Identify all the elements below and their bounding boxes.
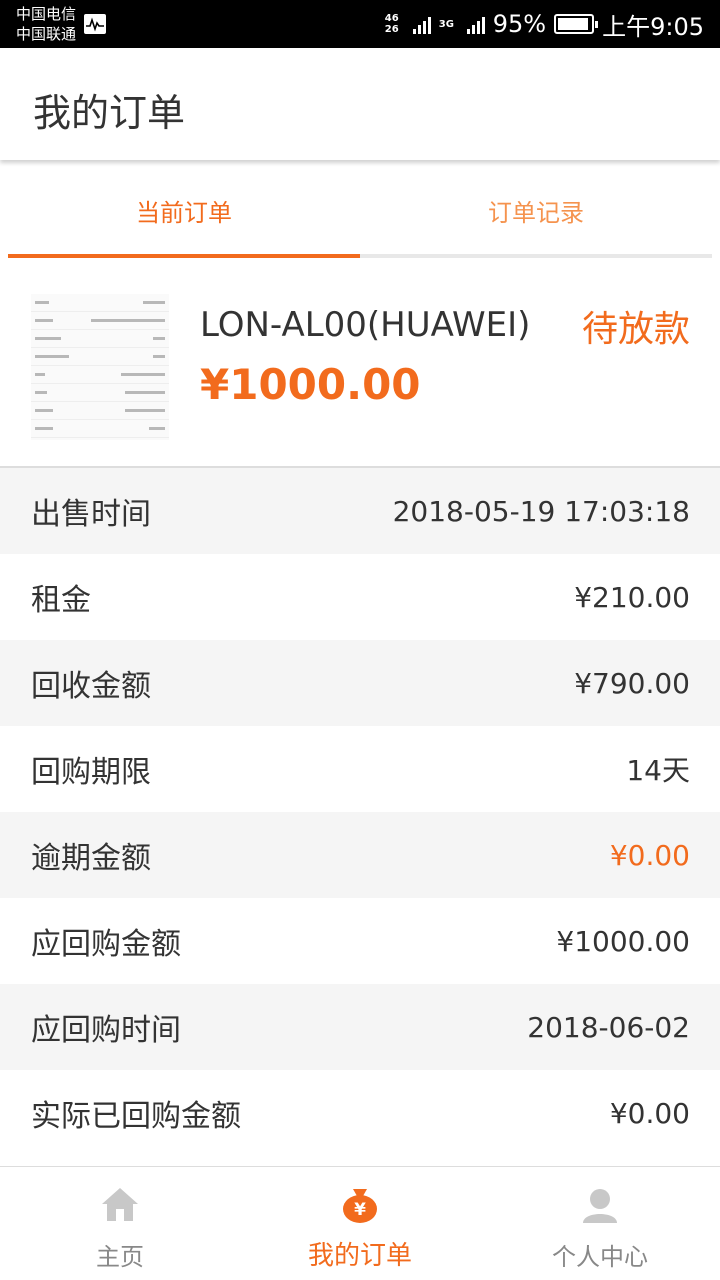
page-title: 我的订单 [33, 91, 186, 135]
user-icon [583, 1189, 617, 1223]
svg-text:¥: ¥ [354, 1200, 366, 1220]
carrier-2: 中国联通 [16, 25, 77, 43]
clock: 上午9:05 [602, 12, 704, 41]
detail-row-buyback-date-due: 应回购时间 2018-06-02 [0, 984, 720, 1070]
network-type-2: 3G [438, 18, 454, 30]
nav-label: 个人中心 [552, 1243, 648, 1271]
detail-row-actual-buyback-amount: 实际已回购金额 ¥0.00 [0, 1070, 720, 1156]
detail-row-buyback-amount-due: 应回购金额 ¥1000.00 [0, 898, 720, 984]
detail-label: 应回购金额 [31, 927, 181, 962]
nav-home[interactable]: 主页 [0, 1167, 240, 1280]
nav-profile[interactable]: 个人中心 [480, 1167, 720, 1280]
detail-label: 租金 [31, 583, 91, 618]
money-bag-icon: ¥ [343, 1189, 377, 1223]
nav-label: 我的订单 [307, 1241, 412, 1271]
detail-value: ¥0.00 [609, 838, 690, 872]
detail-value: 2018-05-19 17:03:18 [392, 494, 690, 528]
order-status: 待放款 [581, 309, 690, 350]
detail-value: ¥210.00 [574, 580, 690, 614]
detail-label: 回购期限 [31, 755, 151, 790]
signal-icon [412, 14, 431, 34]
nav-label: 主页 [96, 1243, 144, 1271]
detail-value: 2018-06-02 [527, 1010, 690, 1044]
bottom-nav: 主页 ¥ 我的订单 个人中心 [0, 1166, 720, 1280]
carrier-info: 中国电信 中国联通 [16, 4, 76, 44]
detail-label: 逾期金额 [31, 841, 151, 876]
product-thumbnail [31, 294, 169, 440]
tab-current-orders[interactable]: 当前订单 [8, 168, 360, 258]
detail-label: 回收金额 [31, 669, 151, 704]
activity-monitor-icon [84, 14, 106, 34]
battery-level [558, 18, 589, 30]
nav-my-orders[interactable]: ¥ 我的订单 [240, 1167, 480, 1280]
signal-icon [466, 14, 485, 34]
detail-label: 实际已回购金额 [31, 1099, 241, 1134]
detail-value: 14天 [626, 754, 690, 787]
product-price: ¥1000.00 [200, 360, 421, 409]
detail-value: ¥1000.00 [556, 924, 690, 958]
order-tabs: 当前订单 订单记录 [8, 168, 712, 258]
home-icon [102, 1188, 138, 1221]
detail-row-rent: 租金 ¥210.00 [0, 554, 720, 640]
tab-order-history[interactable]: 订单记录 [360, 168, 712, 258]
detail-label: 出售时间 [31, 497, 151, 532]
detail-label: 应回购时间 [31, 1013, 181, 1048]
carrier-1: 中国电信 [16, 5, 77, 23]
battery-percent: 95% [492, 10, 547, 38]
detail-row-sale-time: 出售时间 2018-05-19 17:03:18 [0, 468, 720, 554]
title-bar: 我的订单 [0, 48, 720, 160]
detail-value: ¥0.00 [609, 1096, 690, 1130]
network-type-1: 46 26 [384, 13, 399, 35]
detail-value: ¥790.00 [574, 666, 690, 700]
product-name: LON-AL00(HUAWEI) [200, 305, 531, 345]
detail-row-buyback-period: 回购期限 14天 [0, 726, 720, 812]
order-details: 出售时间 2018-05-19 17:03:18 租金 ¥210.00 回收金额… [0, 468, 720, 1156]
status-bar: 中国电信 中国联通 46 26 3G 95% 上午9:05 [0, 0, 720, 48]
detail-row-overdue-amount: 逾期金额 ¥0.00 [0, 812, 720, 898]
detail-row-recycle-amount: 回收金额 ¥790.00 [0, 640, 720, 726]
status-indicators: 46 26 3G 95% 上午9:05 [385, 0, 704, 48]
battery-icon [554, 14, 599, 34]
